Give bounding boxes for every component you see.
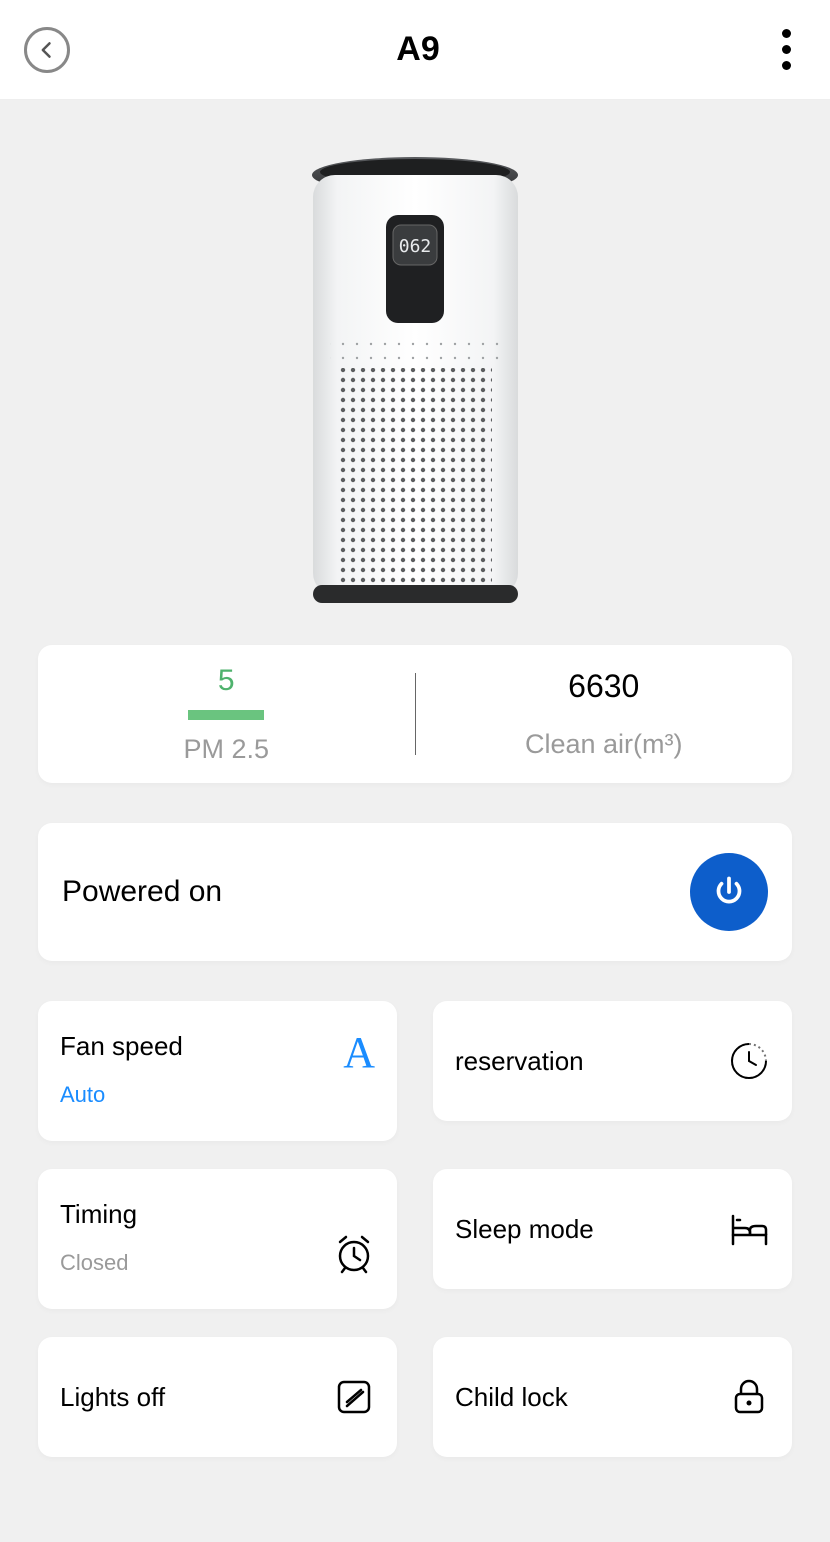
pm25-value: 5 <box>218 664 235 698</box>
auto-letter-icon: A <box>343 1031 375 1073</box>
child-lock-tile[interactable]: Child lock <box>433 1337 792 1457</box>
controls-grid: Fan speed Auto A reservation Timing Clos… <box>38 1001 792 1457</box>
bed-icon <box>728 1208 770 1250</box>
clock-dashed-icon <box>728 1040 770 1082</box>
sleep-mode-title: Sleep mode <box>455 1214 594 1245</box>
lights-off-title: Lights off <box>60 1382 165 1413</box>
clean-air-label: Clean air(m³) <box>525 729 683 760</box>
stats-card: 5 PM 2.5 6630 Clean air(m³) <box>38 645 792 783</box>
pm25-label: PM 2.5 <box>183 734 269 765</box>
reservation-title: reservation <box>455 1046 584 1077</box>
alarm-clock-icon <box>333 1233 375 1275</box>
fan-speed-tile[interactable]: Fan speed Auto A <box>38 1001 397 1141</box>
clean-air-value: 6630 <box>568 668 639 705</box>
more-menu-button[interactable] <box>766 19 806 80</box>
main-content: 062 5 PM 2.5 6630 Clean air(m³) Powered … <box>0 100 830 1542</box>
device-image: 062 <box>308 155 523 610</box>
dot-icon <box>782 29 791 38</box>
reservation-tile[interactable]: reservation <box>433 1001 792 1121</box>
app-header: A9 <box>0 0 830 100</box>
lights-off-tile[interactable]: Lights off <box>38 1337 397 1457</box>
lock-icon <box>728 1376 770 1418</box>
clean-air-section: 6630 Clean air(m³) <box>416 645 793 783</box>
fan-speed-title: Fan speed <box>60 1031 183 1062</box>
child-lock-title: Child lock <box>455 1382 568 1413</box>
timing-value: Closed <box>60 1250 137 1276</box>
pm25-bar <box>188 710 264 720</box>
back-button[interactable] <box>24 27 70 73</box>
sleep-mode-tile[interactable]: Sleep mode <box>433 1169 792 1289</box>
chevron-left-icon <box>37 40 57 60</box>
power-icon <box>711 874 747 910</box>
screen-off-icon <box>333 1376 375 1418</box>
dot-icon <box>782 45 791 54</box>
fan-speed-value: Auto <box>60 1082 183 1108</box>
power-status-label: Powered on <box>62 875 222 909</box>
timing-tile[interactable]: Timing Closed <box>38 1169 397 1309</box>
power-card: Powered on <box>38 823 792 961</box>
device-display-value: 062 <box>398 236 431 257</box>
power-button[interactable] <box>690 853 768 931</box>
pm25-section: 5 PM 2.5 <box>38 645 415 783</box>
device-image-container: 062 <box>38 100 792 645</box>
page-title: A9 <box>396 30 439 69</box>
timing-title: Timing <box>60 1199 137 1230</box>
dot-icon <box>782 61 791 70</box>
